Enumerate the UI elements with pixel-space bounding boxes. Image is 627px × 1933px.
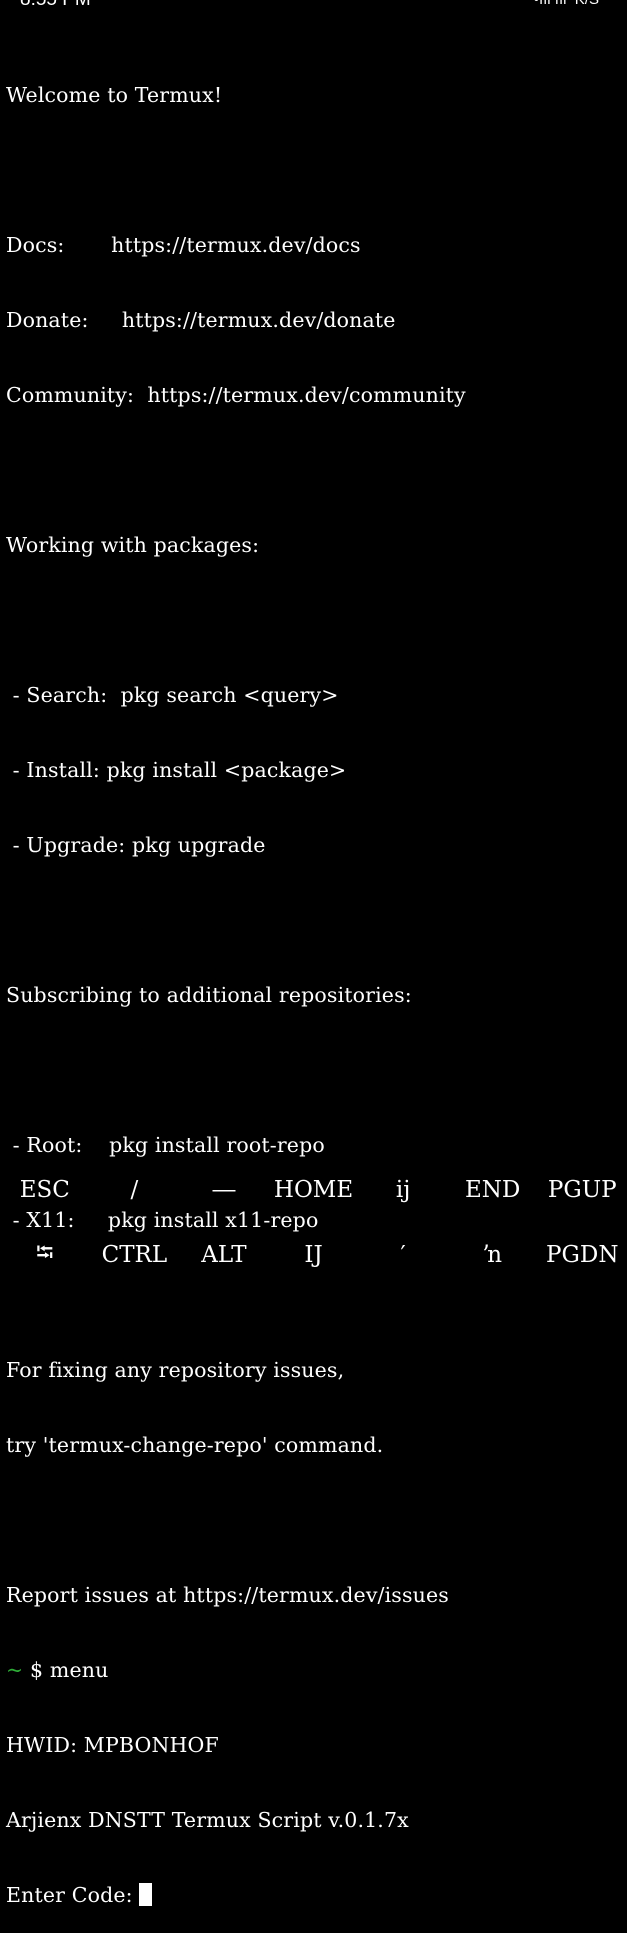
terminal-line: Community: https://termux.dev/community xyxy=(6,383,466,407)
text-cursor[interactable] xyxy=(139,1883,153,1906)
right-arrow-key[interactable]: ŉ xyxy=(448,1225,538,1285)
pgup-key[interactable]: PGUP xyxy=(537,1160,627,1220)
terminal-output[interactable]: Welcome to Termux! Docs: https://termux.… xyxy=(6,33,621,1933)
end-key[interactable]: END xyxy=(448,1160,538,1220)
extra-keys-row-1: ESC / ― HOME ij END PGUP xyxy=(0,1160,627,1220)
alt-key[interactable]: ALT xyxy=(179,1225,269,1285)
dash-key[interactable]: ― xyxy=(179,1160,269,1220)
extra-keys-row-2: ⭾ CTRL ALT IJ ′ ŉ PGDN xyxy=(0,1225,627,1285)
pgdn-key[interactable]: PGDN xyxy=(537,1225,627,1285)
code-input-line[interactable]: Enter Code: xyxy=(6,1883,621,1908)
extra-keys-bar: ESC / ― HOME ij END PGUP ⭾ CTRL ALT IJ ′… xyxy=(0,1158,627,1280)
terminal-line: Docs: https://termux.dev/docs xyxy=(6,233,361,257)
terminal-line: - Search: pkg search <query> xyxy=(6,683,339,707)
terminal-line: Working with packages: xyxy=(6,533,260,557)
down-arrow-key[interactable]: ′ xyxy=(358,1225,448,1285)
slash-key[interactable]: / xyxy=(90,1160,180,1220)
hwid-line: HWID: MPBONHOF xyxy=(6,1733,219,1757)
terminal-line: For fixing any repository issues, xyxy=(6,1358,345,1382)
terminal-line: try 'termux-change-repo' command. xyxy=(6,1433,384,1457)
script-title-line: Arjienx DNSTT Termux Script v.0.1.7x xyxy=(6,1808,409,1832)
shell-prompt-line: ~ $ menu xyxy=(6,1658,621,1683)
status-time: 8:55 PM xyxy=(20,0,91,10)
terminal-line: - Root: pkg install root-repo xyxy=(6,1133,325,1157)
left-arrow-key[interactable]: IJ xyxy=(269,1225,359,1285)
up-arrow-key[interactable]: ij xyxy=(358,1160,448,1220)
terminal-line: Report issues at https://termux.dev/issu… xyxy=(6,1583,449,1607)
prompt-command: $ menu xyxy=(23,1658,109,1682)
terminal-line: - Upgrade: pkg upgrade xyxy=(6,833,266,857)
terminal-line: Donate: https://termux.dev/donate xyxy=(6,308,396,332)
ctrl-key[interactable]: CTRL xyxy=(90,1225,180,1285)
code-input-label: Enter Code: xyxy=(6,1883,140,1907)
terminal-line: Welcome to Termux! xyxy=(6,83,223,107)
prompt-tilde: ~ xyxy=(6,1658,24,1682)
esc-key[interactable]: ESC xyxy=(0,1160,90,1220)
status-bar: 8:55 PM •ııl ııl K/S xyxy=(0,0,627,10)
tab-key[interactable]: ⭾ xyxy=(0,1225,90,1285)
status-icons: •ııl ııl K/S xyxy=(534,0,599,10)
terminal-line: - Install: pkg install <package> xyxy=(6,758,347,782)
terminal-line: Subscribing to additional repositories: xyxy=(6,983,412,1007)
home-key[interactable]: HOME xyxy=(269,1160,359,1220)
